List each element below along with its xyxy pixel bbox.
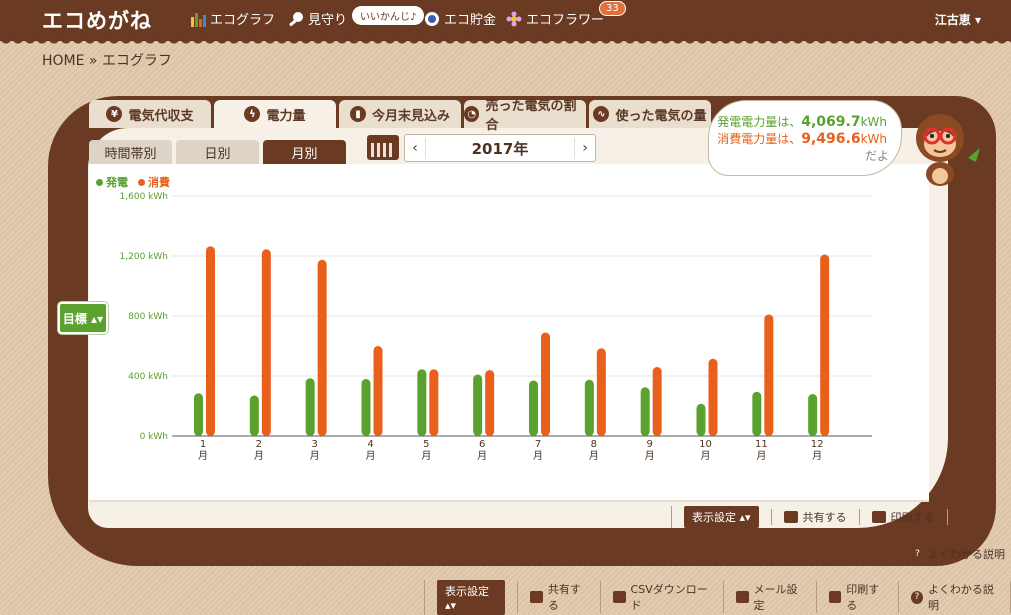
printer-icon	[871, 511, 886, 523]
generation-bar	[305, 378, 315, 436]
generation-bar	[529, 380, 538, 436]
help-link[interactable]: ? よくわかる説明	[911, 546, 1005, 562]
page-display-settings-select[interactable]: 表示設定 ▴▾	[424, 579, 517, 615]
consumption-bar	[764, 314, 774, 436]
display-settings-select[interactable]: 表示設定 ▴▾	[671, 506, 771, 528]
x-tick-label: 9	[646, 439, 652, 450]
download-icon	[612, 591, 626, 603]
consumption-bar	[261, 249, 271, 436]
x-tick-unit: 月	[812, 450, 822, 462]
x-tick-label: 3	[311, 439, 317, 450]
y-tick-label: 1,600 kWh	[120, 192, 168, 202]
page-print-button[interactable]: 印刷する	[815, 581, 899, 613]
generation-bar	[417, 369, 427, 436]
speech-icon	[783, 511, 798, 523]
goal-toggle-button[interactable]: 目標 ▴▾	[58, 302, 108, 334]
x-tick-label: 8	[591, 439, 597, 450]
x-tick-label: 11	[755, 439, 768, 450]
question-icon: ?	[911, 547, 924, 561]
x-tick-label: 10	[699, 439, 712, 450]
x-tick-label: 2	[256, 439, 262, 450]
generation-bar	[752, 391, 762, 436]
y-tick-label: 800 kWh	[128, 312, 168, 322]
x-tick-label: 12	[811, 439, 824, 450]
x-tick-label: 6	[479, 439, 485, 450]
consumption-bar	[708, 358, 718, 436]
summary-speech-bubble: 発電電力量は、4,069.7kWh 消費電力量は、9,496.6kWh だよ	[708, 100, 902, 176]
generation-summary: 発電電力量は、4,069.7kWh	[717, 114, 887, 130]
x-tick-label: 7	[535, 439, 541, 450]
x-tick-unit: 月	[198, 450, 208, 462]
consumption-bar	[429, 369, 439, 436]
x-tick-unit: 月	[366, 450, 376, 462]
csv-download-button[interactable]: CSVダウンロード	[599, 581, 723, 613]
generation-bar	[696, 403, 706, 436]
x-tick-unit: 月	[756, 450, 766, 462]
x-tick-unit: 月	[533, 450, 543, 462]
generation-bar	[584, 379, 594, 436]
mail-settings-button[interactable]: メール設定	[722, 581, 816, 613]
consumption-summary: 消費電力量は、9,496.6kWh	[717, 131, 887, 147]
x-tick-unit: 月	[645, 450, 655, 462]
page-share-button[interactable]: 共有する	[517, 581, 600, 613]
consumption-bar	[820, 254, 830, 436]
consumption-bar	[206, 246, 215, 436]
consumption-bar	[652, 367, 662, 436]
print-button[interactable]: 印刷する	[858, 509, 948, 525]
share-button[interactable]: 共有する	[770, 509, 859, 525]
x-tick-unit: 月	[254, 450, 264, 462]
chart-toolbar: 表示設定 ▴▾ 共有する 印刷する	[671, 504, 948, 530]
y-tick-label: 400 kWh	[128, 372, 168, 382]
printer-icon	[828, 591, 842, 603]
consumption-bar	[317, 259, 327, 436]
consumption-bar	[373, 346, 383, 436]
x-tick-label: 5	[423, 439, 429, 450]
page-help-link[interactable]: ? よくわかる説明	[898, 581, 1011, 613]
generation-bar	[473, 374, 483, 436]
y-tick-label: 1,200 kWh	[120, 252, 168, 262]
x-tick-unit: 月	[701, 450, 711, 462]
app-root: エコめがね エコグラフ 見守り いいかんじ♪ エコ貯金 エコフラワー 33 江古…	[0, 0, 1011, 615]
generation-bar	[194, 393, 203, 436]
x-tick-unit: 月	[421, 450, 431, 462]
page-toolbar: 表示設定 ▴▾ 共有する CSVダウンロード メール設定 印刷する ? よくわかる…	[424, 579, 1011, 615]
x-tick-unit: 月	[310, 450, 320, 462]
y-tick-label: 0 kWh	[140, 432, 168, 442]
mail-icon	[735, 591, 749, 603]
x-tick-unit: 月	[589, 450, 599, 462]
generation-bar	[640, 387, 650, 436]
generation-bar	[249, 395, 259, 436]
speech-icon	[530, 591, 543, 603]
monkey-mascot-icon	[916, 114, 980, 186]
speech-suffix: だよ	[864, 149, 889, 163]
generation-bar	[808, 394, 818, 436]
x-tick-unit: 月	[477, 450, 487, 462]
consumption-bar	[485, 370, 495, 436]
consumption-bar	[596, 348, 606, 436]
x-tick-label: 4	[367, 439, 373, 450]
x-tick-label: 1	[200, 439, 206, 450]
question-icon: ?	[911, 590, 923, 604]
generation-bar	[361, 379, 371, 436]
consumption-bar	[541, 332, 550, 436]
